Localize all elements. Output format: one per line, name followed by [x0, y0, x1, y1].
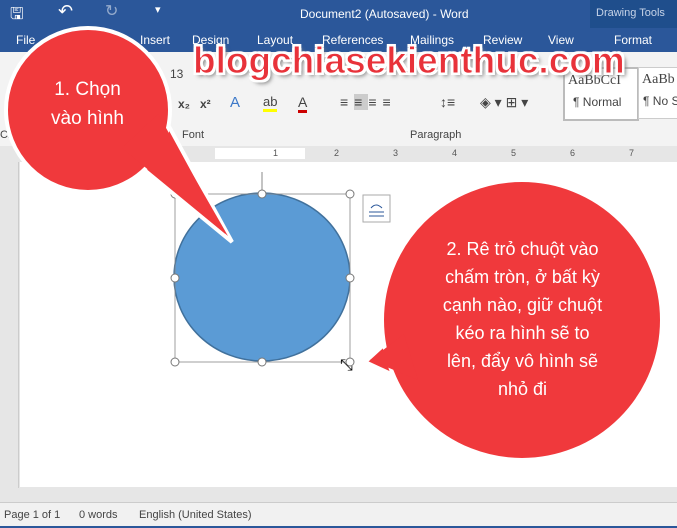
callout-line: chấm tròn, ở bất kỳ [445, 267, 600, 287]
word-count[interactable]: 0 words [79, 509, 118, 521]
callout-line: nhỏ đi [497, 379, 548, 399]
watermark: blogchiasekienthuc.com [193, 40, 626, 82]
callout-line: 2. Rê trỏ chuột vào [446, 239, 599, 259]
language-indicator[interactable]: English (United States) [139, 509, 252, 521]
callout-line: vào hình [51, 108, 124, 129]
resize-cursor-icon: ⤡ [340, 357, 353, 374]
page-count[interactable]: Page 1 of 1 [4, 509, 60, 521]
callout-2-text: 2. Rê trỏ chuột vào chấm tròn, ở bất kỳ … [385, 235, 660, 403]
callout-line: lên, đẩy vô hình sẽ [446, 351, 599, 371]
status-bar: Page 1 of 1 0 words English (United Stat… [0, 502, 677, 528]
callout-line: kéo ra hình sẽ to [455, 323, 590, 343]
callout-line: 1. Chọn [54, 79, 121, 100]
callout-1-text: 1. Chọn vào hình [20, 75, 155, 133]
layout-options-icon[interactable] [362, 194, 391, 223]
callout-line: cạnh nào, giữ chuột [442, 295, 603, 315]
